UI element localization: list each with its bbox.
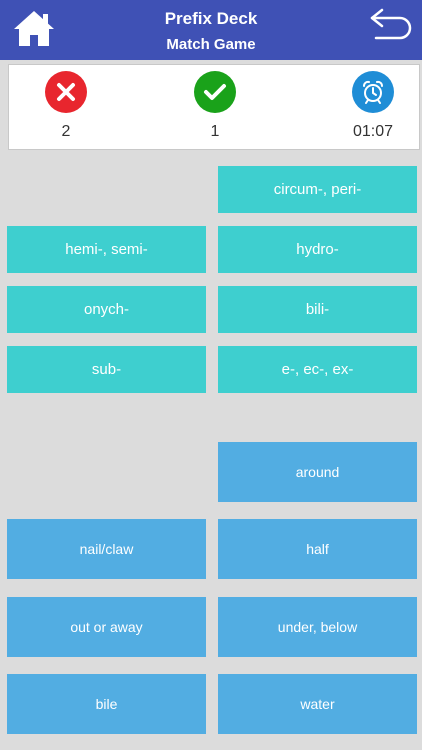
definition-card[interactable]: bile [7, 674, 206, 734]
correct-count: 1 [210, 123, 220, 140]
alarm-clock-icon [352, 71, 394, 113]
back-arrow-icon [370, 8, 412, 40]
term-card[interactable]: hemi-, semi- [7, 226, 206, 273]
page-title: Prefix Deck [164, 9, 258, 28]
term-card[interactable]: hydro- [218, 226, 417, 273]
check-circle-icon [194, 71, 236, 113]
term-card[interactable]: circum-, peri- [218, 166, 417, 213]
term-card[interactable]: e-, ec-, ex- [218, 346, 417, 393]
app-header: Prefix Deck Match Game [0, 0, 422, 60]
score-panel: 2 1 01:07 [8, 64, 420, 150]
page-subtitle: Match Game [166, 36, 256, 53]
definition-card[interactable]: half [218, 519, 417, 579]
timer-value: 01:07 [352, 123, 394, 140]
term-card[interactable]: sub- [7, 346, 206, 393]
definition-card[interactable]: nail/claw [7, 519, 206, 579]
definition-card[interactable]: out or away [7, 597, 206, 657]
correct-count-stat: 1 [180, 71, 250, 141]
definition-card[interactable]: water [218, 674, 417, 734]
timer-stat: 01:07 [338, 71, 408, 141]
definition-card[interactable]: around [218, 442, 417, 502]
wrong-count-stat: 2 [31, 71, 101, 141]
wrong-count: 2 [61, 123, 71, 140]
term-card[interactable]: onych- [7, 286, 206, 333]
back-button[interactable] [368, 6, 414, 44]
definition-card[interactable]: under, below [218, 597, 417, 657]
term-card[interactable]: bili- [218, 286, 417, 333]
x-circle-icon [45, 71, 87, 113]
